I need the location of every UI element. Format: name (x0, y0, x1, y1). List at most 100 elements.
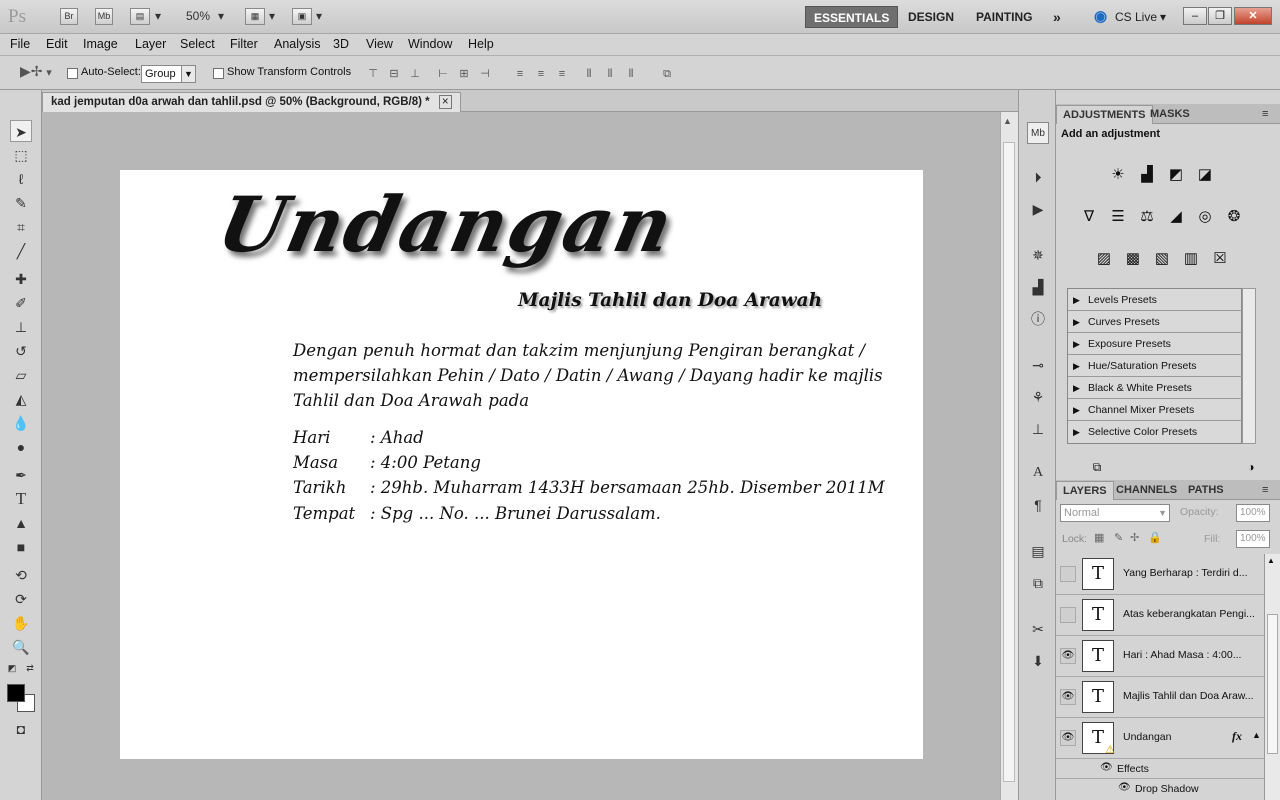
preset-item[interactable]: ▶ Channel Mixer Presets (1068, 399, 1243, 421)
workspace-painting[interactable]: PAINTING (968, 6, 1040, 28)
distribute-bottom-icon[interactable]: ≡ (555, 67, 569, 81)
distribute-right-icon[interactable]: ⦀ (624, 67, 638, 81)
preset-item[interactable]: ▶ Levels Presets (1068, 289, 1243, 311)
lock-all-icon[interactable]: 🔒 (1148, 531, 1162, 544)
brush-tool-icon[interactable]: ✐ (10, 292, 32, 314)
crop-tool-icon[interactable]: ⌗ (10, 216, 32, 238)
threshold-icon[interactable]: ▧ (1151, 248, 1173, 270)
character-panel-icon[interactable]: A (1027, 462, 1049, 484)
layer-comps-panel-icon[interactable]: ⧉ (1027, 572, 1049, 594)
swap-colors-icon[interactable]: ⇄ (24, 662, 36, 674)
layers-scrollbar[interactable]: ▲ (1264, 554, 1280, 800)
marquee-tool-icon[interactable]: ⬚ (10, 144, 32, 166)
invert-icon[interactable]: ▨ (1093, 248, 1115, 270)
distribute-left-icon[interactable]: ⦀ (582, 67, 596, 81)
notes-panel-icon[interactable]: ▤ (1027, 540, 1049, 562)
show-transform-checkbox[interactable] (213, 68, 224, 79)
scroll-thumb[interactable] (1003, 142, 1015, 782)
preset-item[interactable]: ▶ Exposure Presets (1068, 333, 1243, 355)
paragraph-panel-icon[interactable]: ¶ (1027, 494, 1049, 516)
cs-live-menu[interactable]: CS Live (1113, 6, 1159, 28)
align-right-icon[interactable]: ⊣ (478, 67, 492, 81)
dodge-tool-icon[interactable]: ● (10, 436, 32, 458)
tab-channels[interactable]: CHANNELS (1110, 481, 1183, 500)
black-white-icon[interactable]: ◢ (1165, 206, 1187, 228)
actions-panel-icon[interactable]: ▶ (1027, 198, 1049, 220)
scroll-thumb[interactable] (1267, 614, 1278, 754)
screen-mode-dropdown-icon[interactable]: ▾ (316, 9, 322, 23)
hue-saturation-icon[interactable]: ☰ (1107, 206, 1129, 228)
menu-analysis[interactable]: Analysis (274, 37, 321, 51)
menu-3d[interactable]: 3D (333, 37, 349, 51)
align-bottom-icon[interactable]: ⊥ (408, 67, 422, 81)
view-extras-button[interactable]: ▤ (130, 8, 150, 25)
workspace-design[interactable]: DESIGN (900, 6, 962, 28)
lock-position-icon[interactable]: ✢ (1130, 531, 1139, 544)
collapse-effects-icon[interactable]: ▲ (1252, 730, 1261, 740)
pen-tool-icon[interactable]: ✒ (10, 464, 32, 486)
tool-preset-dropdown-icon[interactable]: ▾ (42, 66, 56, 80)
posterize-icon[interactable]: ▩ (1122, 248, 1144, 270)
align-left-icon[interactable]: ⊢ (436, 67, 450, 81)
move-tool-icon[interactable]: ➤ (10, 120, 32, 142)
curves-icon[interactable]: ◩ (1165, 164, 1187, 186)
navigator-panel-icon[interactable]: ✵ (1027, 244, 1049, 266)
selective-color-icon[interactable]: ☒ (1209, 248, 1231, 270)
tab-adjustments[interactable]: ADJUSTMENTS (1056, 105, 1153, 124)
zoom-tool-icon[interactable]: 🔍 (10, 636, 32, 658)
info-panel-icon[interactable]: ⓘ (1027, 308, 1049, 330)
auto-select-dropdown[interactable]: Group ▼ (141, 65, 196, 83)
eraser-tool-icon[interactable]: ▱ (10, 364, 32, 386)
tab-layers[interactable]: LAYERS (1056, 481, 1114, 500)
document-tab[interactable]: kad jemputan d0a arwah dan tahlil.psd @ … (42, 92, 461, 112)
blend-mode-dropdown[interactable]: Normal ▼ (1060, 504, 1170, 522)
presets-scrollbar[interactable] (1242, 288, 1256, 444)
close-window-button[interactable]: ✕ (1234, 7, 1272, 25)
menu-filter[interactable]: Filter (230, 37, 258, 51)
layer-row[interactable]: 👁 T ⚠ Undangan fx ▲ (1056, 718, 1264, 759)
brush-presets-panel-icon[interactable]: ⊸ (1027, 354, 1049, 376)
clip-to-layer-icon[interactable]: ◑ (1240, 456, 1262, 478)
lock-image-icon[interactable]: ✎ (1114, 531, 1123, 544)
history-panel-icon[interactable]: ⏵ (1027, 166, 1049, 188)
return-to-list-icon[interactable]: ⧉ (1086, 456, 1108, 478)
path-selection-tool-icon[interactable]: ▲ (10, 512, 32, 534)
layer-row[interactable]: 👁 T Hari : Ahad Masa : 4:00... (1056, 636, 1264, 677)
auto-select-checkbox[interactable] (67, 68, 78, 79)
distribute-hcenter-icon[interactable]: ⦀ (603, 67, 617, 81)
lasso-tool-icon[interactable]: ℓ (10, 168, 32, 190)
document-canvas[interactable]: Undangan Majlis Tahlil dan Doa Arawah De… (120, 170, 923, 759)
menu-select[interactable]: Select (180, 37, 215, 51)
lock-transparent-icon[interactable]: ▦ (1094, 531, 1104, 544)
arrange-dropdown-icon[interactable]: ▾ (269, 9, 275, 23)
eye-icon[interactable]: 👁 (1060, 730, 1076, 746)
opacity-field[interactable]: 100% (1236, 504, 1270, 522)
eye-icon[interactable]: 👁 (1118, 782, 1131, 793)
channel-mixer-icon[interactable]: ❂ (1223, 206, 1245, 228)
menu-image[interactable]: Image (83, 37, 118, 51)
layer-row[interactable]: T Atas keberangkatan Pengi... (1056, 595, 1264, 636)
gradient-map-icon[interactable]: ▥ (1180, 248, 1202, 270)
cs-live-dropdown-icon[interactable]: ▾ (1158, 6, 1168, 28)
preset-item[interactable]: ▶ Selective Color Presets (1068, 421, 1243, 443)
blur-tool-icon[interactable]: 💧 (10, 412, 32, 434)
screen-mode-button[interactable]: ▣ (292, 8, 312, 25)
move-tool-preset-icon[interactable]: ▶✢ (20, 64, 43, 78)
restore-button[interactable]: ❐ (1208, 7, 1232, 25)
eye-icon[interactable]: 👁 (1060, 689, 1076, 705)
scroll-up-icon[interactable]: ▲ (1003, 116, 1012, 126)
effects-row[interactable]: 👁 Effects (1056, 759, 1264, 779)
tool-presets-panel-icon[interactable]: ✂ (1027, 618, 1049, 640)
zoom-level[interactable]: 50% (186, 9, 210, 23)
mini-bridge-button[interactable]: Mb (95, 8, 113, 25)
quick-mask-icon[interactable]: ◘ (10, 718, 32, 740)
layer-effects-badge[interactable]: fx (1232, 729, 1242, 744)
close-tab-icon[interactable]: × (438, 95, 452, 109)
eye-icon[interactable]: 👁 (1060, 648, 1076, 664)
rectangle-tool-icon[interactable]: ■ (10, 536, 32, 558)
brightness-contrast-icon[interactable]: ☀ (1107, 164, 1129, 186)
eyedropper-tool-icon[interactable]: ╱ (10, 240, 32, 262)
paint-bucket-tool-icon[interactable]: ◭ (10, 388, 32, 410)
minimize-button[interactable]: – (1183, 7, 1207, 25)
preset-item[interactable]: ▶ Hue/Saturation Presets (1068, 355, 1243, 377)
